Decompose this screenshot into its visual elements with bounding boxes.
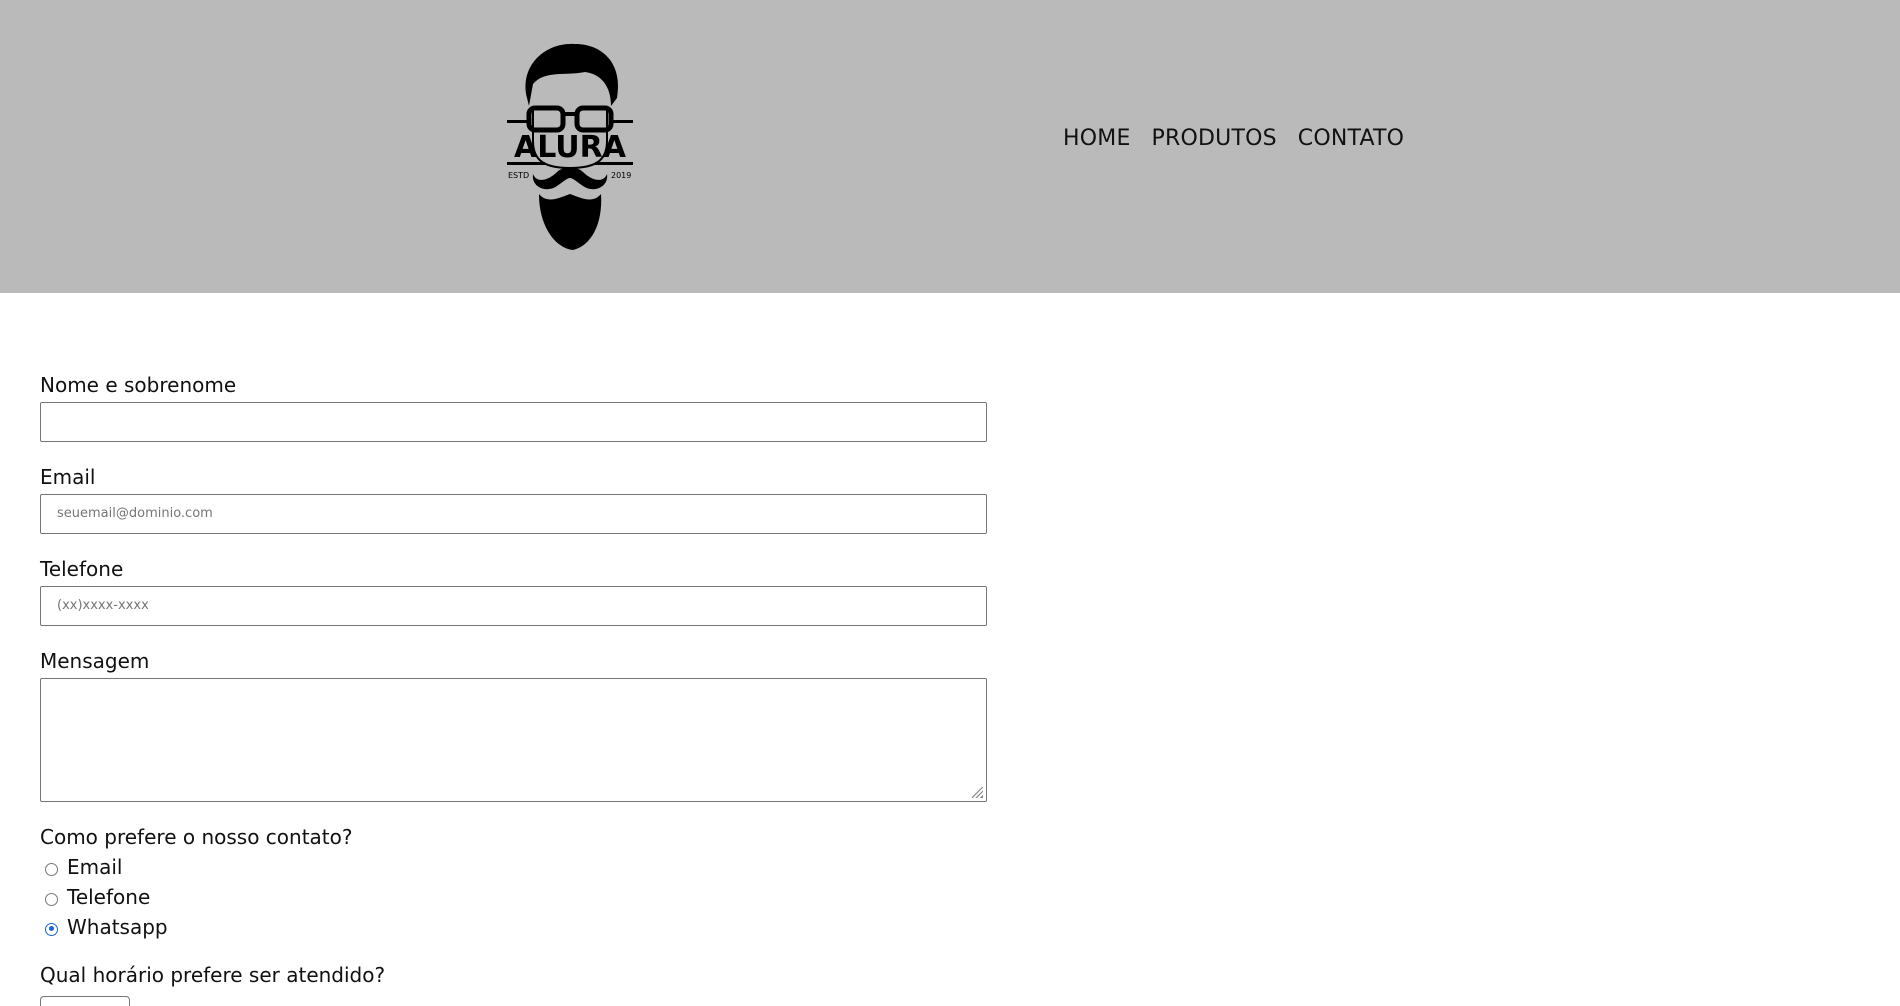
radio-button[interactable] (45, 862, 58, 876)
radio-button[interactable] (45, 892, 58, 906)
radio-label: Email (67, 855, 123, 879)
name-label: Nome e sobrenome (40, 373, 237, 397)
alura-barber-logo[interactable]: ALURA ESTD 2019 (505, 36, 635, 254)
time-pref-select[interactable] (40, 996, 130, 1006)
contact-form: Nome e sobrenome Email seuemail@dominio.… (40, 370, 987, 1006)
svg-text:ESTD: ESTD (508, 171, 529, 180)
name-input[interactable] (40, 402, 987, 442)
resize-handle-icon[interactable] (972, 787, 983, 798)
message-label: Mensagem (40, 649, 150, 673)
site-header: ALURA ESTD 2019 HOME PRODUTOS CONTATO (0, 0, 1900, 293)
radio-button-checked[interactable] (45, 922, 58, 936)
logo-text: ALURA (514, 130, 627, 165)
phone-input[interactable]: (xx)xxxx-xxxx (40, 586, 987, 626)
radio-whatsapp[interactable]: Whatsapp (40, 912, 987, 942)
nav-contato[interactable]: CONTATO (1298, 126, 1404, 151)
radio-telefone[interactable]: Telefone (40, 882, 987, 912)
nav-home[interactable]: HOME (1063, 126, 1131, 151)
contact-pref-label: Como prefere o nosso contato? (40, 825, 353, 849)
svg-text:2019: 2019 (611, 171, 631, 180)
message-textarea[interactable] (40, 678, 987, 802)
radio-label: Whatsapp (67, 915, 168, 939)
time-pref-label: Qual horário prefere ser atendido? (40, 963, 386, 987)
radio-label: Telefone (67, 885, 151, 909)
phone-label: Telefone (40, 557, 124, 581)
radio-email[interactable]: Email (40, 852, 987, 882)
nav-produtos[interactable]: PRODUTOS (1152, 126, 1277, 151)
email-input[interactable]: seuemail@dominio.com (40, 494, 987, 534)
email-label: Email (40, 465, 96, 489)
main-nav: HOME PRODUTOS CONTATO (1063, 126, 1404, 151)
